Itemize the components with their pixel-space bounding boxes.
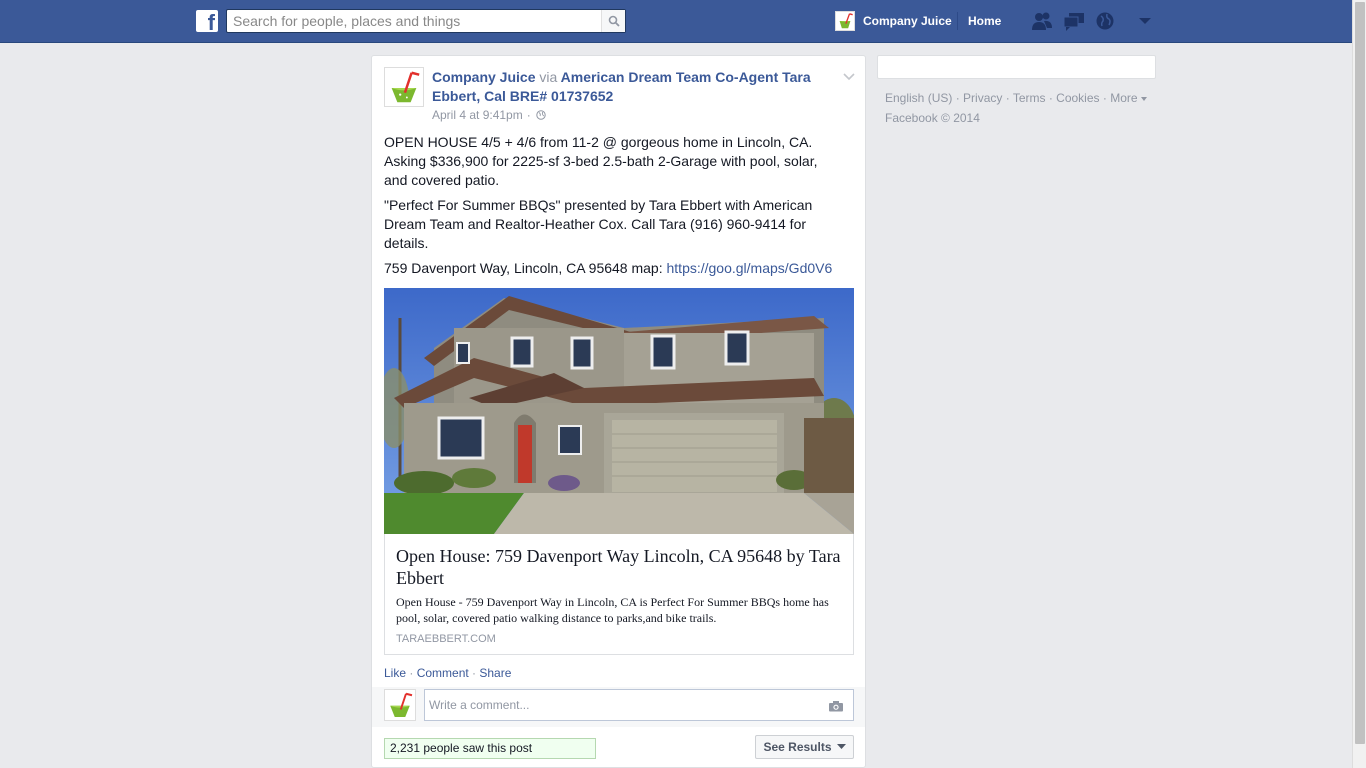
post-header: Company Juice via American Dream Team Co… <box>432 68 832 106</box>
footer-links: English (US) · Privacy · Terms · Cookies… <box>885 88 1155 108</box>
footer-separator: · <box>1002 91 1013 105</box>
see-results-label: See Results <box>763 740 832 754</box>
address-text: 759 Davenport Way, Lincoln, CA 95648 map… <box>384 260 667 276</box>
search-input[interactable] <box>227 10 601 32</box>
footer-link-terms[interactable]: Terms <box>1013 91 1046 105</box>
juice-glass-icon <box>390 692 413 717</box>
timestamp-separator: · <box>526 108 531 122</box>
map-link[interactable]: https://goo.gl/maps/Gd0V6 <box>667 260 833 276</box>
post-author-link[interactable]: Company Juice <box>432 69 535 85</box>
link-domain: TARAEBBERT.COM <box>396 633 496 645</box>
footer-link-privacy[interactable]: Privacy <box>963 91 1002 105</box>
footer-separator: · <box>1045 91 1057 105</box>
page-scrollbar[interactable] <box>1352 0 1366 768</box>
scrollbar-thumb[interactable] <box>1355 2 1365 744</box>
juice-glass-icon <box>391 71 420 103</box>
action-separator: · <box>406 666 417 680</box>
juice-glass-icon <box>835 11 855 31</box>
facebook-logo-icon[interactable]: f <box>196 10 218 34</box>
see-results-button[interactable]: See Results <box>755 735 854 759</box>
chevron-down-icon[interactable] <box>843 70 855 81</box>
post-paragraph: OPEN HOUSE 4/5 + 4/6 from 11-2 @ gorgeou… <box>384 134 818 188</box>
footer-separator: · <box>952 91 964 105</box>
footer-link-more[interactable]: More <box>1110 91 1137 105</box>
comment-button[interactable]: Comment <box>417 666 469 680</box>
share-button[interactable]: Share <box>479 666 511 680</box>
post-timestamp[interactable]: April 4 at 9:41pm <box>432 108 523 122</box>
comment-box <box>424 689 854 721</box>
commenter-avatar <box>384 689 416 721</box>
comment-input[interactable] <box>425 690 825 720</box>
link-title[interactable]: Open House: 759 Davenport Way Lincoln, C… <box>396 545 846 589</box>
messages-icon[interactable] <box>1063 11 1084 31</box>
house-photo[interactable] <box>384 288 854 534</box>
globe-icon[interactable] <box>536 110 546 120</box>
page-footer: English (US) · Privacy · Terms · Cookies… <box>885 88 1155 128</box>
home-link[interactable]: Home <box>968 14 1001 28</box>
top-navigation-bar: f Company Juice Home <box>0 0 1352 43</box>
notifications-globe-icon[interactable] <box>1095 11 1115 31</box>
post-paragraph: "Perfect For Summer BBQs" presented by T… <box>384 197 813 251</box>
caret-down-icon[interactable] <box>1138 15 1152 27</box>
caret-down-icon <box>836 744 846 749</box>
footer-separator: · <box>1099 91 1111 105</box>
profile-link[interactable]: Company Juice <box>835 10 952 32</box>
comment-composer <box>372 687 865 727</box>
post-author-avatar[interactable] <box>384 67 424 107</box>
footer-link-cookies[interactable]: Cookies <box>1056 91 1099 105</box>
post-message: OPEN HOUSE 4/5 + 4/6 from 11-2 @ gorgeou… <box>384 133 844 284</box>
nav-divider <box>957 12 958 30</box>
footer-link-language[interactable]: English (US) <box>885 91 952 105</box>
news-feed-post: Company Juice via American Dream Team Co… <box>371 55 866 768</box>
search-icon <box>608 15 620 27</box>
post-reach-counter: 2,231 people saw this post <box>384 738 596 759</box>
caret-down-icon[interactable] <box>1140 96 1147 101</box>
post-address-line: 759 Davenport Way, Lincoln, CA 95648 map… <box>384 259 844 278</box>
like-button[interactable]: Like <box>384 666 406 680</box>
right-column-box <box>877 55 1156 79</box>
copyright: Facebook © 2014 <box>885 111 980 125</box>
search-box <box>226 9 626 33</box>
action-separator: · <box>468 666 480 680</box>
post-timestamp-row: April 4 at 9:41pm · <box>432 108 546 122</box>
link-preview[interactable]: Open House: 759 Davenport Way Lincoln, C… <box>384 534 854 655</box>
post-actions: Like · Comment · Share <box>384 666 511 680</box>
search-button[interactable] <box>601 10 625 32</box>
link-description: Open House - 759 Davenport Way in Lincol… <box>396 595 829 625</box>
camera-icon[interactable] <box>828 700 844 712</box>
via-label: via <box>539 69 558 85</box>
profile-name: Company Juice <box>863 14 952 28</box>
friend-requests-icon[interactable] <box>1031 11 1052 31</box>
